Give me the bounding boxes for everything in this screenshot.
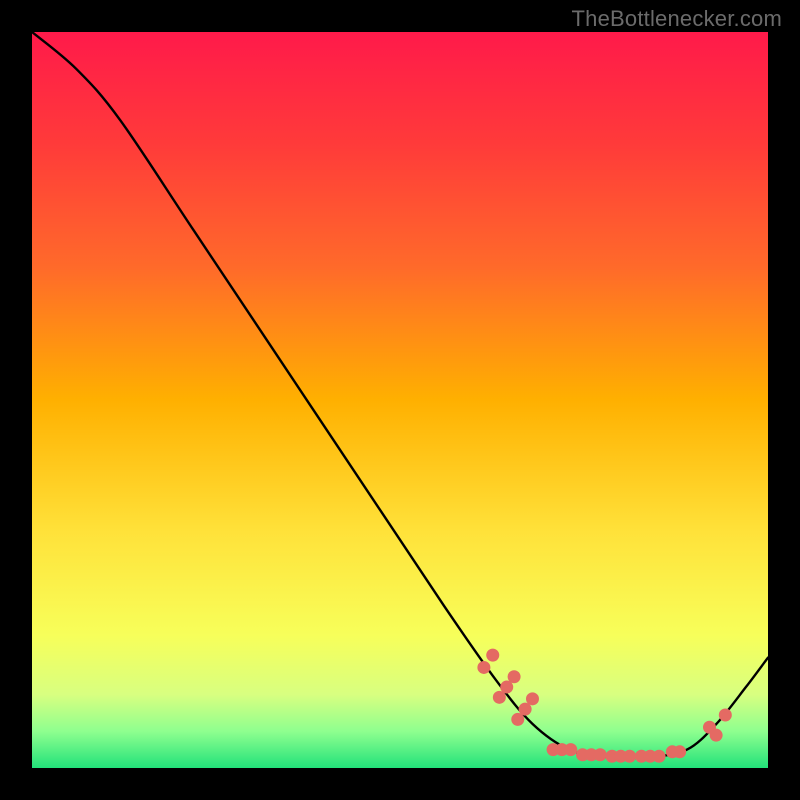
data-dot bbox=[477, 661, 490, 674]
data-dot bbox=[526, 692, 539, 705]
data-dot bbox=[719, 709, 732, 722]
data-dot bbox=[710, 729, 723, 742]
data-dot bbox=[486, 649, 499, 662]
data-dot bbox=[564, 743, 577, 756]
data-dot bbox=[653, 750, 666, 763]
curve-path bbox=[32, 32, 768, 758]
curve-layer bbox=[32, 32, 768, 768]
data-dot bbox=[673, 745, 686, 758]
data-dot bbox=[594, 748, 607, 761]
data-dot bbox=[623, 750, 636, 763]
watermark-label: TheBottlenecker.com bbox=[572, 6, 782, 32]
plot-area bbox=[32, 32, 768, 768]
chart-stage: TheBottlenecker.com bbox=[0, 0, 800, 800]
data-dot bbox=[508, 670, 521, 683]
